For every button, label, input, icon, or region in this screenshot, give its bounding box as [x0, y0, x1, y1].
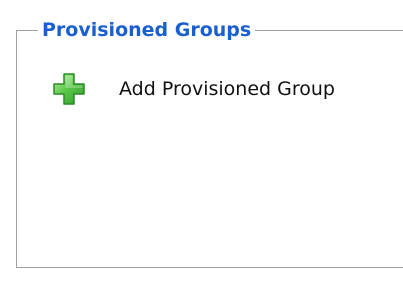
add-plus-icon [52, 72, 86, 106]
add-provisioned-group-button[interactable]: Add Provisioned Group [52, 72, 335, 106]
panel-title: Provisioned Groups [38, 17, 256, 43]
add-provisioned-group-label: Add Provisioned Group [119, 78, 335, 100]
provisioned-groups-panel [16, 30, 403, 268]
